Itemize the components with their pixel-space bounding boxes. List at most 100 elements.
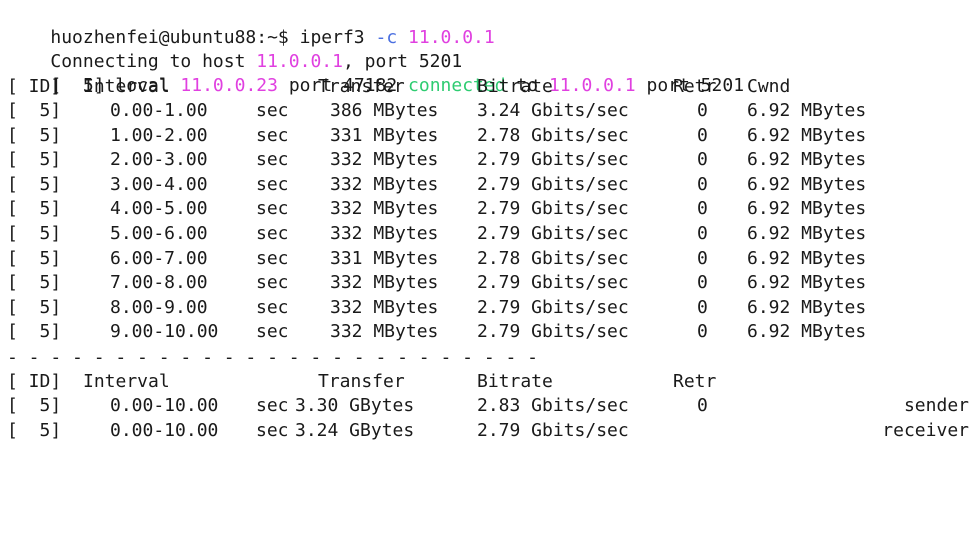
summary-interval: 0.00-10.00 xyxy=(110,419,219,441)
summary-bitrate: 2.83 Gbits/sec xyxy=(477,395,629,416)
row-id: [ 5] xyxy=(7,173,62,195)
summary-header-retr: Retr xyxy=(673,371,717,392)
row-retr: 0 xyxy=(697,296,708,318)
row-unit: sec xyxy=(256,247,289,269)
row-retr: 0 xyxy=(697,173,708,195)
summary-id: [ 5] xyxy=(7,395,62,416)
summary-retr: 0 xyxy=(697,395,708,416)
header-bitrate: Bitrate xyxy=(477,76,553,97)
row-interval: 4.00-5.00 xyxy=(110,198,208,220)
row-cwnd: 6.92 MBytes xyxy=(747,223,867,244)
row-retr: 0 xyxy=(697,124,708,146)
row-retr: 0 xyxy=(697,100,708,121)
summary-interval: 0.00-10.00 xyxy=(110,395,219,416)
row-unit: sec xyxy=(256,321,289,343)
row-transfer: 331 MBytes xyxy=(330,247,439,269)
row-bitrate: 2.79 Gbits/sec xyxy=(477,321,629,343)
row-id: [ 5] xyxy=(7,198,62,220)
row-interval: 0.00-1.00 xyxy=(110,100,208,121)
row-retr: 0 xyxy=(697,321,708,343)
row-id: [ 5] xyxy=(7,321,62,343)
row-interval: 6.00-7.00 xyxy=(110,247,208,269)
row-bitrate: 2.79 Gbits/sec xyxy=(477,198,629,220)
summary-bitrate: 2.79 Gbits/sec xyxy=(477,419,629,441)
row-bitrate: 2.79 Gbits/sec xyxy=(477,149,629,171)
row-interval: 5.00-6.00 xyxy=(110,223,208,244)
row-retr: 0 xyxy=(697,272,708,294)
row-id: [ 5] xyxy=(7,296,62,318)
row-retr: 0 xyxy=(697,149,708,171)
summary-unit: sec xyxy=(256,395,289,416)
summary-header-id: [ ID] xyxy=(7,371,62,392)
row-transfer: 386 MBytes xyxy=(330,100,439,121)
local-ip: 11.0.0.23 xyxy=(180,75,278,96)
terminal-window[interactable]: huozhenfei@ubuntu88:~$ iperf3 -c 11.0.0.… xyxy=(0,0,976,449)
summary-unit: sec xyxy=(256,419,289,441)
summary-header-row: [ ID] Interval Transfer Bitrate Retr xyxy=(7,370,716,394)
summary-row: [ 5] 0.00-10.00 sec 3.24 GBytes 2.79 Gbits/s… xyxy=(7,419,969,443)
row-unit: sec xyxy=(256,149,289,171)
row-id: [ 5] xyxy=(7,272,62,294)
row-transfer: 331 MBytes xyxy=(330,124,439,146)
summary-header-bitrate: Bitrate xyxy=(477,371,553,392)
row-unit: sec xyxy=(256,124,289,146)
row-cwnd: 6.92 MBytes xyxy=(747,321,867,343)
row-id: [ 5] xyxy=(7,247,62,269)
row-unit: sec xyxy=(256,173,289,195)
local-connection-line: [ 5] local 11.0.0.23 port 47182 connecte… xyxy=(7,50,744,96)
row-interval: 2.00-3.00 xyxy=(110,149,208,171)
summary-transfer: 3.30 GBytes xyxy=(295,395,415,416)
row-id: [ 5] xyxy=(7,223,62,244)
summary-transfer: 3.24 GBytes xyxy=(295,419,415,441)
row-bitrate: 2.78 Gbits/sec xyxy=(477,124,629,146)
row-transfer: 332 MBytes xyxy=(330,149,439,171)
row-transfer: 332 MBytes xyxy=(330,296,439,318)
row-id: [ 5] xyxy=(7,100,62,121)
summary-role: sender xyxy=(903,395,969,416)
row-cwnd: 6.92 MBytes xyxy=(747,124,867,146)
summary-id: [ 5] xyxy=(7,419,62,441)
row-unit: sec xyxy=(256,272,289,294)
row-transfer: 332 MBytes xyxy=(330,223,439,244)
summary-role: receiver xyxy=(882,419,969,441)
prompt-line: huozhenfei@ubuntu88:~$ iperf3 -c 11.0.0.… xyxy=(7,2,494,48)
row-bitrate: 2.78 Gbits/sec xyxy=(477,247,629,269)
row-cwnd: 6.92 MBytes xyxy=(747,296,867,318)
remote-ip: 11.0.0.1 xyxy=(548,75,636,96)
row-retr: 0 xyxy=(697,247,708,269)
interval-header-row: [ ID] Interval Transfer Bitrate Retr Cwn… xyxy=(7,75,790,99)
connecting-line: Connecting to host 11.0.0.1, port 5201 xyxy=(7,26,462,72)
row-cwnd: 6.92 MBytes xyxy=(747,272,867,294)
row-interval: 1.00-2.00 xyxy=(110,124,208,146)
row-unit: sec xyxy=(256,223,289,244)
row-interval: 9.00-10.00 xyxy=(110,321,219,343)
header-retr: Retr xyxy=(673,76,717,97)
row-id: [ 5] xyxy=(7,124,62,146)
row-cwnd: 6.92 MBytes xyxy=(747,173,867,195)
row-unit: sec xyxy=(256,100,289,121)
header-cwnd: Cwnd xyxy=(747,76,791,97)
summary-row: [ 5] 0.00-10.00 sec 3.30 GBytes 2.83 Gbits/s… xyxy=(7,394,969,418)
row-transfer: 332 MBytes xyxy=(330,321,439,343)
row-retr: 0 xyxy=(697,223,708,244)
row-transfer: 332 MBytes xyxy=(330,198,439,220)
header-transfer: Transfer xyxy=(318,76,405,97)
row-cwnd: 6.92 MBytes xyxy=(747,149,867,171)
separator-line: - - - - - - - - - - - - - - - - - - - - … xyxy=(7,347,539,368)
header-id: [ ID] xyxy=(7,76,62,97)
row-id: [ 5] xyxy=(7,149,62,171)
row-unit: sec xyxy=(256,296,289,318)
row-bitrate: 2.79 Gbits/sec xyxy=(477,173,629,195)
row-retr: 0 xyxy=(697,198,708,220)
row-bitrate: 2.79 Gbits/sec xyxy=(477,296,629,318)
row-interval: 8.00-9.00 xyxy=(110,296,208,318)
row-unit: sec xyxy=(256,198,289,220)
summary-header-interval: Interval xyxy=(83,371,170,392)
row-bitrate: 3.24 Gbits/sec xyxy=(477,100,629,121)
header-interval: Interval xyxy=(83,76,170,97)
row-transfer: 332 MBytes xyxy=(330,272,439,294)
summary-header-transfer: Transfer xyxy=(318,371,405,392)
row-transfer: 332 MBytes xyxy=(330,173,439,195)
row-bitrate: 2.79 Gbits/sec xyxy=(477,272,629,294)
row-cwnd: 6.92 MBytes xyxy=(747,247,867,269)
